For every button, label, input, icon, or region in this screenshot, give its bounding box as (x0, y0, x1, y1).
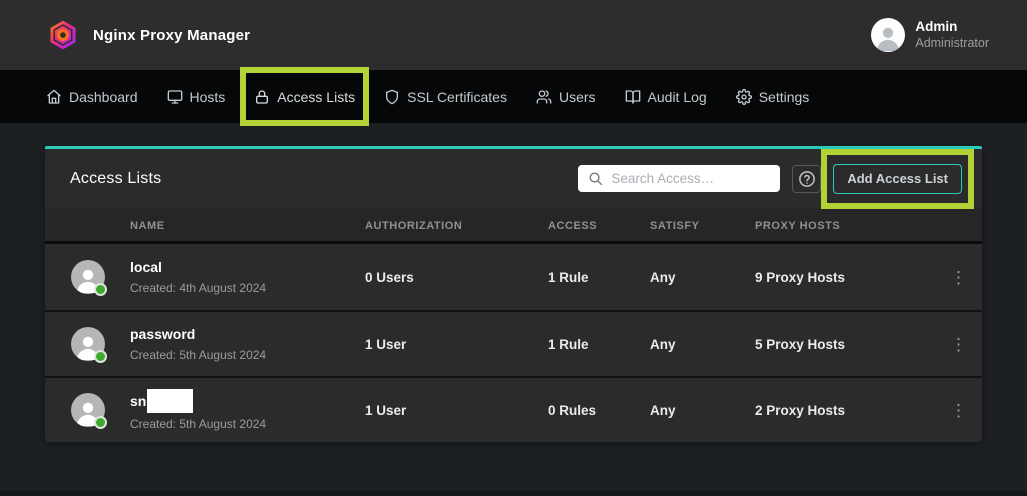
users-icon (536, 89, 552, 105)
user-menu[interactable]: Admin Administrator (871, 18, 989, 52)
proxy-hosts-value: 9 Proxy Hosts (755, 270, 935, 285)
search-input[interactable] (578, 165, 780, 192)
created-date: Created: 5th August 2024 (130, 348, 365, 362)
panel-header: Access Lists Add Access List (45, 149, 982, 208)
proxy-hosts-value: 5 Proxy Hosts (755, 337, 935, 352)
created-date: Created: 5th August 2024 (130, 417, 365, 431)
nav-item-label: Dashboard (69, 89, 138, 105)
nav-item-label: SSL Certificates (407, 89, 507, 105)
monitor-icon (167, 89, 183, 105)
gear-icon (736, 89, 752, 105)
app-title: Nginx Proxy Manager (93, 27, 250, 44)
avatar (71, 327, 105, 361)
online-status-dot (94, 350, 107, 363)
nav-item-label: Access Lists (277, 89, 355, 105)
row-menu-button[interactable]: ⋮ (950, 336, 967, 353)
main-content: Access Lists Add Access List N (0, 123, 1027, 442)
table-row[interactable]: local Created: 4th August 2024 0 Users 1… (45, 244, 982, 310)
nav-item-label: Settings (759, 89, 810, 105)
satisfy-value: Any (650, 270, 755, 285)
user-avatar (871, 18, 905, 52)
nav-item-label: Audit Log (648, 89, 707, 105)
book-icon (625, 89, 641, 105)
search-icon (588, 171, 603, 186)
access-list-name: password (130, 326, 195, 342)
satisfy-value: Any (650, 337, 755, 352)
shield-icon (384, 89, 400, 105)
main-nav: Dashboard Hosts Access Lists SSL Certificat… (0, 70, 1027, 123)
add-access-list-button[interactable]: Add Access List (833, 164, 962, 194)
access-value: 0 Rules (548, 403, 650, 418)
user-name: Admin (915, 19, 989, 36)
nav-item-label: Users (559, 89, 596, 105)
nav-item-ssl-certificates[interactable]: SSL Certificates (382, 70, 509, 123)
nav-item-settings[interactable]: Settings (734, 70, 812, 123)
proxy-hosts-value: 2 Proxy Hosts (755, 403, 935, 418)
authorization-value: 1 User (365, 403, 548, 418)
help-button[interactable] (792, 165, 821, 193)
row-menu-button[interactable]: ⋮ (950, 269, 967, 286)
nav-item-dashboard[interactable]: Dashboard (44, 70, 140, 123)
column-header-name: NAME (130, 220, 165, 232)
nav-items: Dashboard Hosts Access Lists SSL Certificat… (44, 70, 811, 123)
column-header-access: ACCESS (548, 220, 597, 232)
panel-title: Access Lists (70, 170, 161, 188)
access-lists-panel: Access Lists Add Access List N (45, 146, 982, 442)
table-body: local Created: 4th August 2024 0 Users 1… (45, 244, 982, 442)
bottom-edge (0, 490, 1027, 496)
avatar (71, 260, 105, 294)
authorization-value: 0 Users (365, 270, 548, 285)
table-row[interactable]: password Created: 5th August 2024 1 User… (45, 310, 982, 376)
help-icon (798, 170, 816, 188)
nav-item-access-lists[interactable]: Access Lists (252, 70, 357, 123)
panel-tools: Add Access List (578, 164, 962, 194)
column-header-satisfy: SATISFY (650, 220, 699, 232)
column-header-proxy-hosts: PROXY HOSTS (755, 220, 840, 232)
home-icon (46, 89, 62, 105)
access-value: 1 Rule (548, 270, 650, 285)
created-date: Created: 4th August 2024 (130, 281, 365, 295)
person-icon (874, 22, 902, 52)
avatar (71, 393, 105, 427)
nav-item-users[interactable]: Users (534, 70, 598, 123)
online-status-dot (94, 283, 107, 296)
access-value: 1 Rule (548, 337, 650, 352)
nav-item-audit-log[interactable]: Audit Log (623, 70, 709, 123)
user-role: Administrator (915, 36, 989, 52)
nav-item-hosts[interactable]: Hosts (165, 70, 228, 123)
online-status-dot (94, 416, 107, 429)
app-header: Nginx Proxy Manager Admin Administrator (0, 0, 1027, 70)
redaction-box (147, 389, 193, 413)
satisfy-value: Any (650, 403, 755, 418)
authorization-value: 1 User (365, 337, 548, 352)
nginx-proxy-manager-logo-icon (48, 20, 78, 50)
table-header: NAME AUTHORIZATION ACCESS SATISFY PROXY … (45, 208, 982, 244)
access-list-name: sn (130, 393, 146, 409)
lock-icon (254, 89, 270, 105)
table-row[interactable]: sn Created: 5th August 2024 1 User 0 Rul… (45, 376, 982, 442)
add-button-wrapper: Add Access List (833, 164, 962, 194)
row-menu-button[interactable]: ⋮ (950, 402, 967, 419)
nav-item-label: Hosts (190, 89, 226, 105)
search-box (578, 165, 780, 192)
access-list-name: local (130, 259, 162, 275)
column-header-authorization: AUTHORIZATION (365, 220, 462, 232)
